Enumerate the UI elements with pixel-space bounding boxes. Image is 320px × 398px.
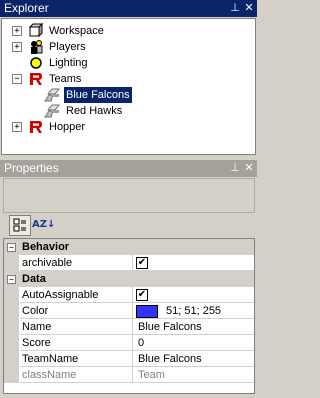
tree-item-players[interactable]: + Players (2, 39, 255, 55)
property-value[interactable]: Blue Falcons (132, 319, 254, 335)
properties-title: Properties (4, 161, 59, 175)
tree-item-label: Red Hawks (66, 105, 123, 117)
property-row-archivable[interactable]: archivable ✔ (4, 255, 254, 271)
property-grid: − Behavior archivable ✔ − Data AutoAssig… (3, 238, 255, 394)
property-name: Score (20, 335, 133, 351)
property-value[interactable]: Blue Falcons (132, 351, 254, 367)
property-name: Color (20, 303, 133, 319)
tree-item-label: Lighting (49, 57, 88, 69)
category-label: Behavior (22, 241, 70, 253)
autoassignable-checkbox[interactable]: ✔ (136, 289, 148, 301)
property-name: className (20, 367, 133, 383)
category-label: Data (22, 273, 46, 285)
category-behavior[interactable]: − Behavior (4, 239, 254, 255)
team-icon (44, 104, 60, 118)
workspace-icon (28, 23, 44, 38)
close-icon[interactable]: ✕ (243, 160, 255, 177)
tree-item-workspace[interactable]: + Workspace (2, 23, 255, 39)
property-name: AutoAssignable (20, 287, 133, 303)
close-icon[interactable]: ✕ (243, 0, 255, 17)
tree-item-label: Teams (49, 73, 82, 85)
collapse-toggle[interactable]: − (12, 74, 22, 84)
tree-item-red-hawks[interactable]: Red Hawks (2, 103, 255, 119)
categorized-sort-icon (13, 218, 26, 232)
tree-item-label: Workspace (49, 25, 104, 37)
teamname-value: Blue Falcons (138, 353, 202, 365)
property-row-autoassignable[interactable]: AutoAssignable ✔ (4, 287, 254, 303)
color-swatch[interactable] (136, 305, 158, 318)
categorized-sort-button[interactable] (9, 215, 31, 236)
players-icon (31, 40, 43, 54)
property-row-teamname[interactable]: TeamName Blue Falcons (4, 351, 254, 367)
expand-toggle[interactable]: + (12, 42, 22, 52)
explorer-tree: + Workspace + Players Lighting − Teams B… (1, 18, 256, 155)
tree-item-blue-falcons[interactable]: Blue Falcons (2, 87, 255, 103)
tree-item-lighting[interactable]: Lighting (2, 55, 255, 71)
tree-item-label: Players (49, 41, 86, 53)
property-value[interactable]: 51; 51; 255 (132, 303, 254, 319)
alphabetical-sort-button[interactable]: AZ↓ (32, 215, 55, 234)
property-row-score[interactable]: Score 0 (4, 335, 254, 351)
archivable-checkbox[interactable]: ✔ (136, 257, 148, 269)
property-name: archivable (20, 255, 133, 271)
expand-toggle[interactable]: + (12, 122, 22, 132)
property-row-classname: className Team (4, 367, 254, 383)
property-row-name[interactable]: Name Blue Falcons (4, 319, 254, 335)
explorer-title: Explorer (4, 1, 49, 15)
tree-item-label: Hopper (49, 121, 86, 133)
hopper-icon (30, 121, 42, 133)
pin-icon[interactable]: ⊥ (229, 160, 241, 177)
property-name: TeamName (20, 351, 133, 367)
properties-toolbar: AZ↓ (3, 213, 253, 237)
property-name: Name (20, 319, 133, 335)
properties-description-area (3, 178, 255, 213)
name-value: Blue Falcons (138, 321, 202, 333)
category-data[interactable]: − Data (4, 271, 254, 287)
teams-icon (30, 73, 42, 85)
collapse-toggle[interactable]: − (7, 243, 16, 252)
property-row-color[interactable]: Color 51; 51; 255 (4, 303, 254, 319)
pin-icon[interactable]: ⊥ (229, 0, 241, 17)
tree-item-hopper[interactable]: + Hopper (2, 119, 255, 135)
property-value: ✔ (132, 287, 254, 303)
explorer-title-bar: Explorer ⊥ ✕ (0, 0, 257, 17)
tree-item-teams[interactable]: − Teams (2, 71, 255, 87)
classname-value: Team (138, 369, 165, 381)
expand-toggle[interactable]: + (12, 26, 22, 36)
color-value: 51; 51; 255 (166, 305, 222, 317)
property-value: Team (132, 367, 254, 383)
properties-title-bar: Properties ⊥ ✕ (0, 160, 257, 177)
collapse-toggle[interactable]: − (7, 275, 16, 284)
property-value: ✔ (132, 255, 254, 271)
team-icon (44, 88, 60, 102)
lighting-icon (30, 57, 42, 69)
property-value[interactable]: 0 (132, 335, 254, 351)
tree-item-label: Blue Falcons (64, 87, 132, 103)
score-value: 0 (138, 337, 145, 349)
